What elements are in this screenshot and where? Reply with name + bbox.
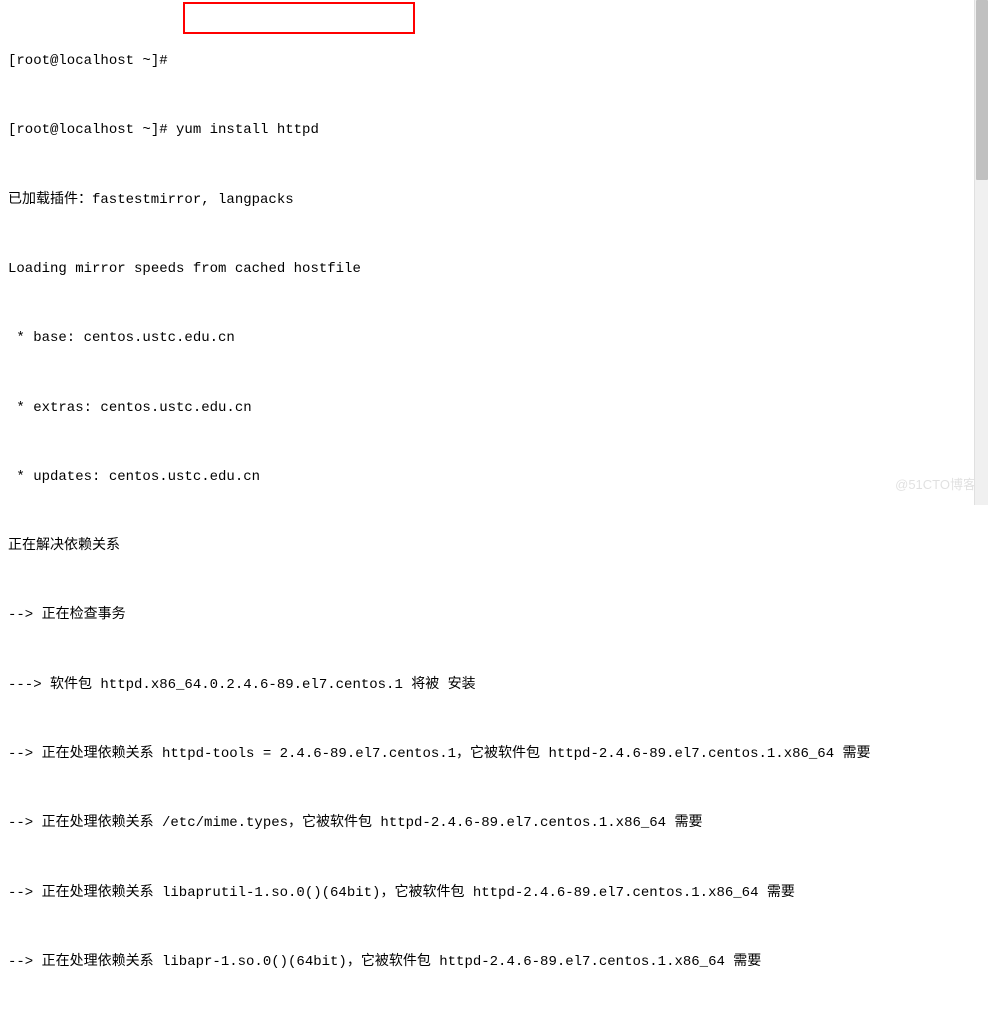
terminal-line: --> 正在处理依赖关系 libaprutil-1.so.0()(64bit)，…	[8, 882, 980, 905]
terminal-line: 已加载插件：fastestmirror, langpacks	[8, 189, 980, 212]
terminal-line: --> 正在处理依赖关系 /etc/mime.types，它被软件包 httpd…	[8, 812, 980, 835]
scrollbar-thumb[interactable]	[976, 0, 988, 180]
terminal-line: * extras: centos.ustc.edu.cn	[8, 397, 980, 420]
terminal-line: Loading mirror speeds from cached hostfi…	[8, 258, 980, 281]
terminal-line: --> 正在处理依赖关系 libapr-1.so.0()(64bit)，它被软件…	[8, 951, 980, 974]
terminal-line: * base: centos.ustc.edu.cn	[8, 327, 980, 350]
terminal-line: [root@localhost ~]#	[8, 50, 980, 73]
terminal-line: * updates: centos.ustc.edu.cn	[8, 466, 980, 489]
terminal-line: --> 正在处理依赖关系 httpd-tools = 2.4.6-89.el7.…	[8, 743, 980, 766]
terminal-output[interactable]: [root@localhost ~]# [root@localhost ~]# …	[8, 4, 980, 1010]
terminal-line: ---> 软件包 httpd.x86_64.0.2.4.6-89.el7.cen…	[8, 674, 980, 697]
scrollbar[interactable]	[974, 0, 988, 505]
watermark: @51CTO博客	[895, 474, 976, 495]
terminal-line-command: [root@localhost ~]# yum install httpd	[8, 119, 980, 142]
terminal-line: --> 正在检查事务	[8, 604, 980, 627]
terminal-line: 正在解决依赖关系	[8, 535, 980, 558]
